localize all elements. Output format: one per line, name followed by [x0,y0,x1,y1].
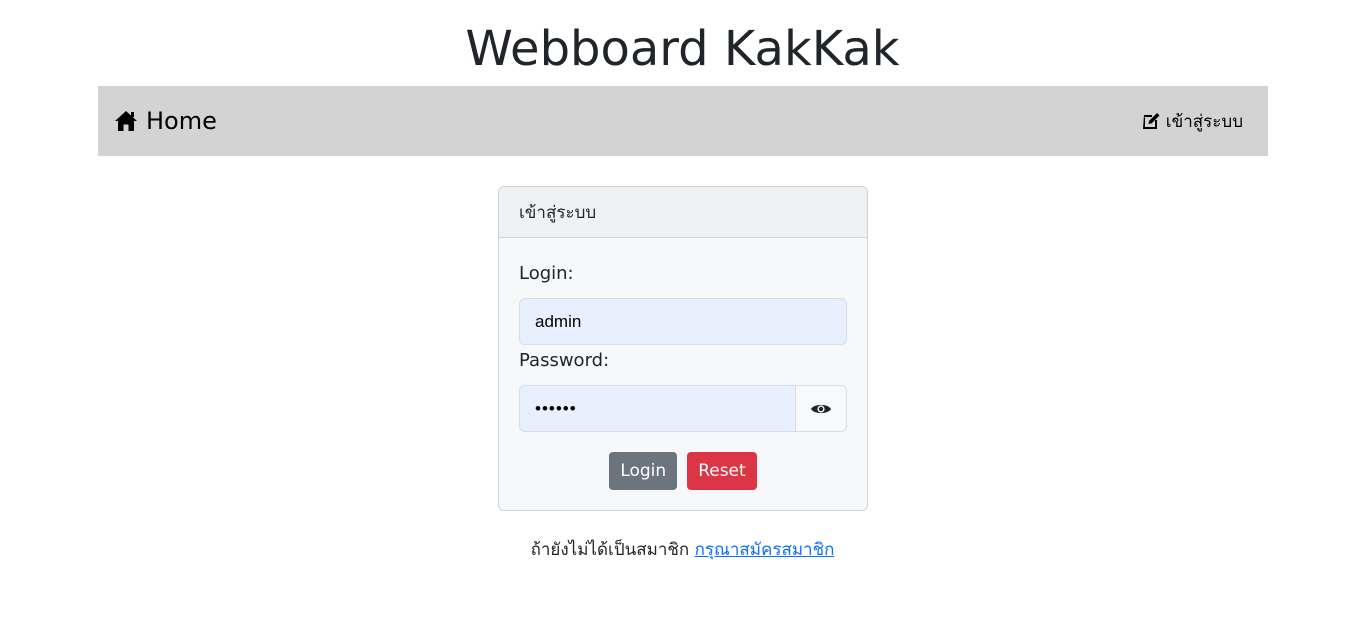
register-prompt: ถ้ายังไม่ได้เป็นสมาชิก กรุณาสมัครสมาชิก [0,536,1365,563]
eye-icon [810,402,832,416]
page-title: Webboard KakKak [465,21,900,77]
register-prompt-text: ถ้ายังไม่ได้เป็นสมาชิก [530,540,690,560]
nav-home-link[interactable]: Home [114,86,217,156]
login-button[interactable]: Login [609,452,678,490]
navbar: Home เข้าสู่ระบบ [98,86,1268,156]
login-card: เข้าสู่ระบบ Login: Password: Login Reset [498,186,868,511]
login-label: Login: [519,263,574,284]
nav-login-label: เข้าสู่ระบบ [1165,111,1243,132]
login-input[interactable] [519,298,847,345]
register-link[interactable]: กรุณาสมัครสมาชิก [695,540,835,560]
pencil-square-icon [1141,111,1161,131]
toggle-password-button[interactable] [795,385,847,432]
reset-button[interactable]: Reset [687,452,757,490]
house-icon [114,110,138,132]
nav-home-label: Home [146,107,217,135]
form-actions: Login Reset [499,452,867,490]
login-card-header: เข้าสู่ระบบ [499,187,867,238]
nav-login-link[interactable]: เข้าสู่ระบบ [1141,86,1243,156]
password-label: Password: [519,350,610,371]
password-group [519,385,847,432]
password-input[interactable] [519,385,795,432]
